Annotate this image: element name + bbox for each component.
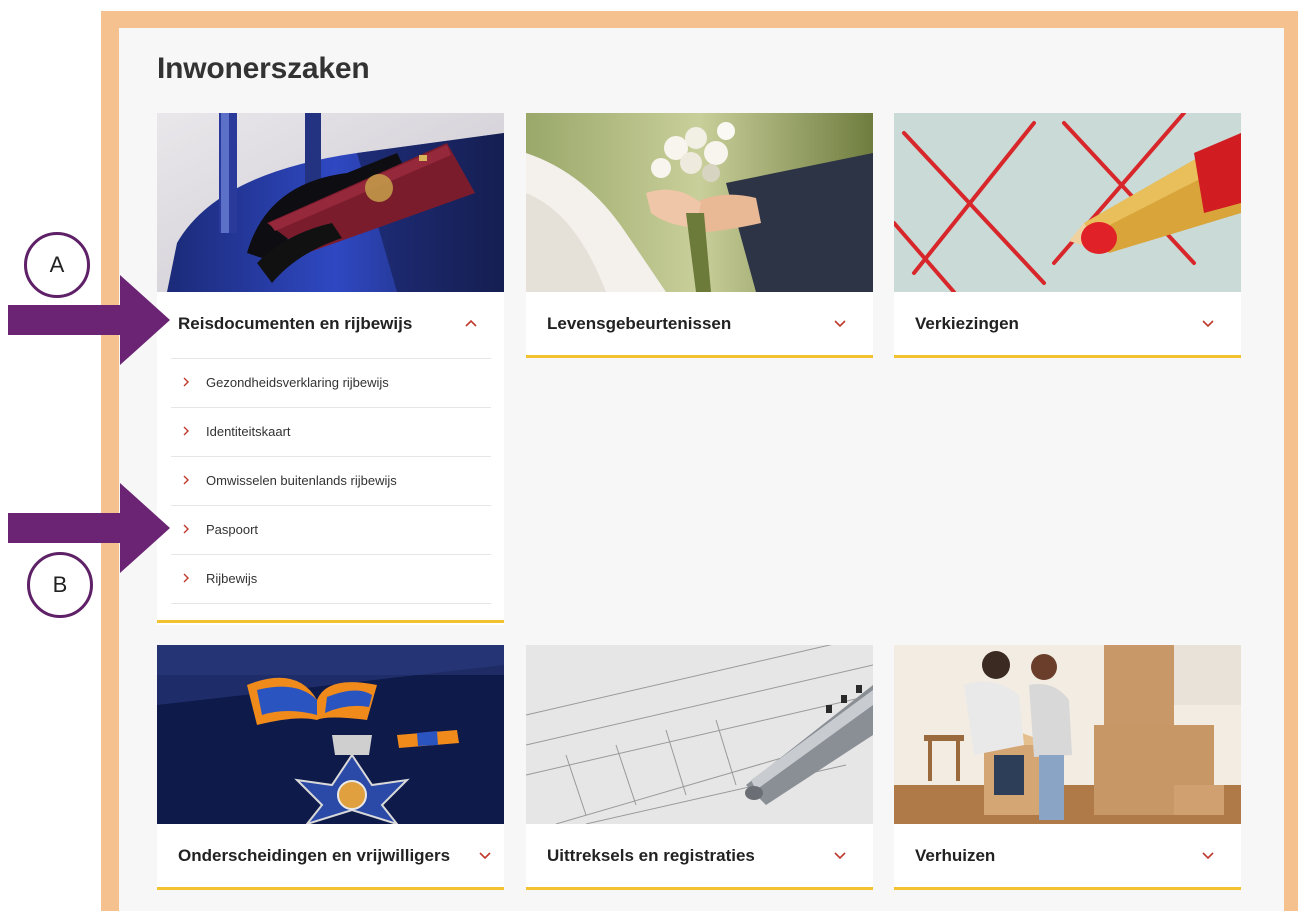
annotation-arrow-a (8, 275, 170, 365)
list-item-rijbewijs[interactable]: Rijbewijs (171, 554, 491, 604)
chevron-right-icon (183, 475, 189, 485)
chevron-down-icon (834, 320, 846, 328)
card-levensgebeurtenissen: Levensgebeurtenissen (526, 113, 873, 358)
card-verhuizen: Verhuizen (894, 645, 1241, 890)
accordion-header-levensgebeurtenissen[interactable]: Levensgebeurtenissen (526, 292, 873, 358)
page-title: Inwonerszaken (157, 52, 370, 85)
chevron-right-icon (183, 426, 189, 436)
list-item-identiteitskaart[interactable]: Identiteitskaart (171, 407, 491, 456)
card-image-moving (894, 645, 1241, 824)
chevron-right-icon (183, 377, 189, 387)
accordion-label: Verhuizen (915, 846, 996, 865)
accordion-header-reisdocumenten[interactable]: Reisdocumenten en rijbewijs (157, 292, 504, 358)
card-reisdocumenten: Reisdocumenten en rijbewijs Gezondheidsv… (157, 113, 504, 625)
accordion-label: Verkiezingen (915, 314, 1019, 333)
card-image-form-pen (526, 645, 873, 824)
chevron-right-icon (183, 524, 189, 534)
list-item-label: Paspoort (206, 522, 259, 537)
list-item-label: Identiteitskaart (206, 424, 291, 439)
chevron-right-icon (183, 573, 189, 583)
card-image-medal (157, 645, 504, 824)
accordion-label: Uittreksels en registraties (547, 846, 755, 865)
card-uittreksels: Uittreksels en registraties (526, 645, 873, 890)
chevron-down-icon (1202, 320, 1214, 328)
chevron-down-icon (834, 852, 846, 860)
accordion-label: Onderscheidingen en vrijwilligers (178, 846, 451, 865)
accordion-underline (157, 620, 504, 623)
accordion-header-uittreksels[interactable]: Uittreksels en registraties (526, 824, 873, 890)
chevron-up-icon (465, 319, 477, 327)
card-image-wedding (526, 113, 873, 292)
reisdocumenten-item-list: Gezondheidsverklaring rijbewijs Identite… (171, 358, 491, 604)
list-item-gezondheidsverklaring[interactable]: Gezondheidsverklaring rijbewijs (171, 358, 491, 407)
annotation-badge-a: A (24, 232, 90, 298)
list-item-label: Gezondheidsverklaring rijbewijs (206, 375, 389, 390)
list-item-label: Rijbewijs (206, 571, 258, 586)
list-item-label: Omwisselen buitenlands rijbewijs (206, 473, 397, 488)
card-verkiezingen: Verkiezingen (894, 113, 1241, 358)
accordion-header-verhuizen[interactable]: Verhuizen (894, 824, 1241, 890)
accordion-header-verkiezingen[interactable]: Verkiezingen (894, 292, 1241, 358)
chevron-down-icon (1202, 852, 1214, 860)
chevron-down-icon (479, 852, 491, 860)
accordion-label: Reisdocumenten en rijbewijs (178, 314, 413, 333)
annotation-badge-b: B (27, 552, 93, 618)
list-item-omwisselen[interactable]: Omwisselen buitenlands rijbewijs (171, 456, 491, 505)
card-image-voting (894, 113, 1241, 292)
list-item-paspoort[interactable]: Paspoort (171, 505, 491, 554)
accordion-header-onderscheidingen[interactable]: Onderscheidingen en vrijwilligers (157, 824, 504, 890)
card-onderscheidingen: Onderscheidingen en vrijwilligers (157, 645, 504, 890)
accordion-label: Levensgebeurtenissen (547, 314, 732, 333)
card-image-suitcase-passport (157, 113, 504, 292)
annotation-arrow-b (8, 483, 170, 573)
